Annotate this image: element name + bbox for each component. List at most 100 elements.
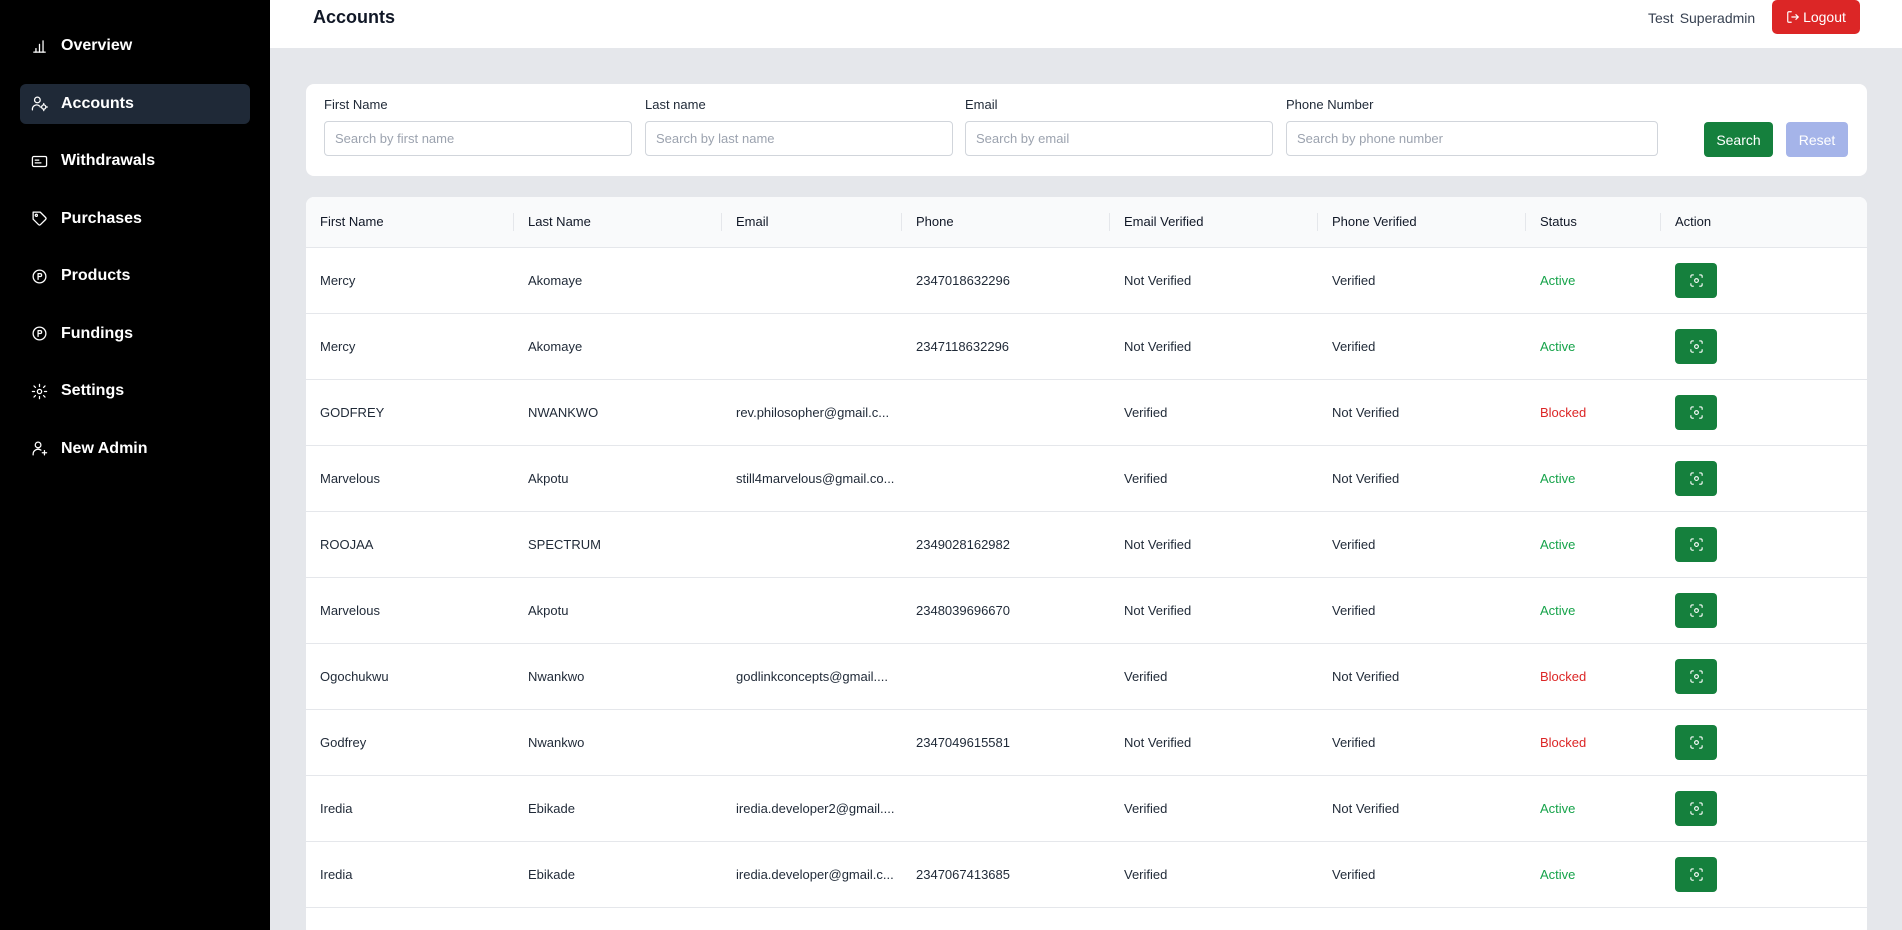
sidebar-item-label: New Admin <box>61 439 148 457</box>
cell-phone-verified: Not Verified <box>1332 470 1400 486</box>
cell-email-verified: Not Verified <box>1124 536 1192 552</box>
last-name-label: Last name <box>645 97 706 112</box>
cell-status: Active <box>1540 536 1576 552</box>
view-account-button[interactable] <box>1675 526 1717 562</box>
cell-status: Active <box>1540 800 1576 816</box>
cell-email-verified: Not Verified <box>1124 272 1192 288</box>
cell-status: Active <box>1540 866 1576 882</box>
sidebar-item-label: Overview <box>61 37 133 54</box>
cell-first-name: Mercy <box>320 272 356 288</box>
cell-email-verified: Not Verified <box>1124 602 1192 618</box>
last-name-input[interactable] <box>645 121 953 156</box>
column-header: Phone Verified <box>1318 197 1526 248</box>
view-account-button[interactable] <box>1675 658 1717 694</box>
phone-filter: Phone Number <box>1286 97 1658 156</box>
sidebar-item-label: Withdrawals <box>61 152 156 169</box>
cell-action <box>1661 577 1867 643</box>
cell-first-name: Mercy <box>320 338 356 354</box>
cell-last-name: Nwankwo <box>528 668 585 684</box>
cell-last-name: Nwankwo <box>528 734 585 750</box>
cell-phone <box>902 775 1110 841</box>
view-scan-icon <box>1689 471 1703 485</box>
cell-last-name: Ebikade <box>528 800 575 816</box>
user-name: Test Superadmin <box>1648 10 1755 26</box>
cell-phone <box>902 643 1110 709</box>
cell-phone-verified: Not Verified <box>1332 668 1400 684</box>
email-input[interactable] <box>965 121 1273 156</box>
logout-button[interactable]: Logout <box>1772 0 1860 34</box>
column-header: First Name <box>306 197 514 248</box>
view-account-button[interactable] <box>1675 328 1717 364</box>
user-last-name: Superadmin <box>1679 10 1756 26</box>
table-row: Iredia Ebikade iredia.developer@gmail.c.… <box>306 841 1867 907</box>
sidebar-item-overview[interactable]: Overview <box>20 26 250 66</box>
cell-first-name: ROOJAA <box>320 536 374 552</box>
sidebar-item-settings[interactable]: Settings <box>20 371 250 411</box>
cell-first-name: Iredia <box>320 800 353 816</box>
view-scan-icon <box>1689 801 1703 815</box>
cell-email <box>722 709 902 775</box>
view-account-button[interactable] <box>1675 394 1717 430</box>
top-header: Accounts Test Superadmin Logout <box>270 0 1902 48</box>
sidebar-item-fundings[interactable]: Fundings <box>20 314 250 354</box>
phone-input[interactable] <box>1286 121 1658 156</box>
cell-email-verified: Not Verified <box>1124 734 1192 750</box>
filter-card: First Name Last name Email Phone Number … <box>306 84 1867 176</box>
view-scan-icon <box>1689 537 1703 551</box>
sidebar-item-purchases[interactable]: Purchases <box>20 199 250 239</box>
table-row: Godfrey Nwankwo 2347049615581 Not Verifi… <box>306 709 1867 775</box>
search-button[interactable]: Search <box>1704 122 1773 157</box>
reset-button[interactable]: Reset <box>1786 122 1848 157</box>
email-filter: Email <box>965 97 1273 156</box>
cell-first-name: GODFREY <box>320 404 385 420</box>
card-icon <box>30 152 48 170</box>
sidebar-item-new-admin[interactable]: New Admin <box>20 429 250 469</box>
cell-first-name: Ogochukwu <box>320 668 389 684</box>
view-scan-icon <box>1689 339 1703 353</box>
bar-chart-icon <box>30 37 48 55</box>
cell-phone-verified: Verified <box>1332 866 1376 882</box>
cell-phone-verified: Verified <box>1332 602 1376 618</box>
first-name-filter: First Name <box>324 97 632 156</box>
cell-status: Active <box>1540 272 1576 288</box>
view-scan-icon <box>1689 273 1703 287</box>
cell-email-verified: Verified <box>1124 800 1168 816</box>
view-account-button[interactable] <box>1675 790 1717 826</box>
cell-last-name: Akomaye <box>528 338 583 354</box>
cell-email: still4marvelous@gmail.co... <box>736 470 895 486</box>
cell-phone-verified: Not Verified <box>1332 800 1400 816</box>
view-account-button[interactable] <box>1675 856 1717 892</box>
column-header: Email Verified <box>1110 197 1318 248</box>
table-row: Iredia Ebikade iredia.developer2@gmail..… <box>306 775 1867 841</box>
cell-last-name: Akomaye <box>528 272 583 288</box>
view-account-button[interactable] <box>1675 592 1717 628</box>
sidebar-item-label: Settings <box>61 382 125 399</box>
cell-last-name: Ebikade <box>528 866 575 882</box>
cell-phone-verified: Verified <box>1332 272 1376 288</box>
cell-email-verified: Verified <box>1124 404 1168 420</box>
accounts-table: First Name Last Name Email Phone Email V… <box>306 197 1867 908</box>
view-account-button[interactable] <box>1675 460 1717 496</box>
first-name-input[interactable] <box>324 121 632 156</box>
cell-email <box>722 511 902 577</box>
sidebar-item-products[interactable]: Products <box>20 256 250 296</box>
column-header: Action <box>1661 197 1867 248</box>
cell-phone: 2348039696670 <box>916 602 1010 618</box>
sidebar-item-accounts[interactable]: Accounts <box>20 83 250 124</box>
user-plus-icon <box>30 440 48 458</box>
table-row: ROOJAA SPECTRUM 2349028162982 Not Verifi… <box>306 511 1867 577</box>
cell-first-name: Iredia <box>320 866 353 882</box>
sidebar-item-withdrawals[interactable]: Withdrawals <box>20 141 250 181</box>
cell-email-verified: Verified <box>1124 668 1168 684</box>
cell-email <box>722 247 902 313</box>
view-account-button[interactable] <box>1675 262 1717 298</box>
column-header: Phone <box>902 197 1110 248</box>
cell-phone: 2349028162982 <box>916 536 1010 552</box>
funding-coin-icon <box>30 325 48 343</box>
accounts-table-card: First Name Last Name Email Phone Email V… <box>306 197 1867 930</box>
view-account-button[interactable] <box>1675 724 1717 760</box>
cell-phone: 2347018632296 <box>916 272 1010 288</box>
cell-email <box>722 577 902 643</box>
cell-action <box>1661 313 1867 379</box>
sidebar-nav: Overview Accounts Withdrawals Purchases … <box>20 26 250 486</box>
